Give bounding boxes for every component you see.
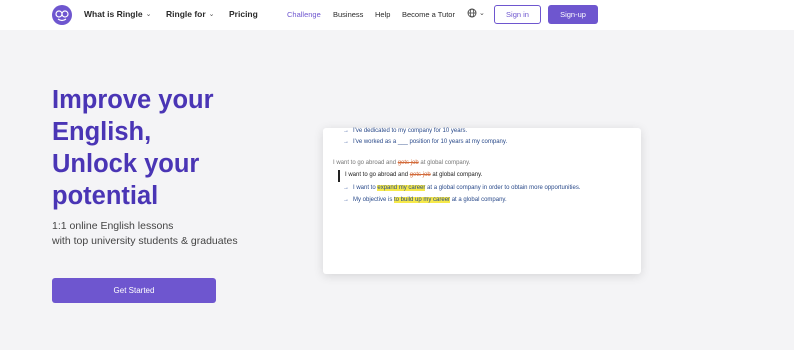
text-cursor: [338, 170, 340, 182]
top-nav: What is Ringle ⌄ Ringle for ⌄ Pricing Ch…: [0, 0, 794, 30]
original-text: at global company.: [418, 160, 471, 166]
suggestion-text: I want to: [353, 185, 378, 191]
arrow-right-icon: →: [343, 197, 349, 203]
correction-demo-card: → I've dedicated to my company for 10 yea…: [323, 128, 641, 274]
hero-title-line: Unlock your: [52, 150, 200, 178]
nav-become-tutor[interactable]: Become a Tutor: [402, 10, 455, 19]
suggestion-line: → My objective is to build up my career a…: [343, 197, 507, 203]
suggestion-text: at a global company in order to obtain m…: [425, 185, 581, 191]
strikethrough-text: gets job: [397, 160, 419, 166]
arrow-right-icon: →: [343, 139, 349, 145]
get-started-button[interactable]: Get Started: [52, 278, 216, 303]
language-selector[interactable]: ⌄: [467, 8, 485, 18]
hero-subtitle-line: with top university students & graduates: [52, 235, 238, 247]
suggestion-text: I've dedicated to my company for 10 year…: [353, 128, 468, 134]
suggestion-text: I've worked as a ___ position for 10 yea…: [353, 139, 508, 145]
suggestion-text: My objective is: [353, 197, 395, 203]
nav-what-is-ringle[interactable]: What is Ringle ⌄: [84, 9, 151, 19]
nav-what-is-ringle-label: What is Ringle: [84, 9, 143, 19]
sign-in-button[interactable]: Sign in: [494, 5, 541, 24]
chevron-down-icon: ⌄: [145, 11, 152, 18]
suggestion-line: → I want to expand my career at a global …: [343, 185, 580, 191]
hero-title-line: potential: [52, 182, 159, 210]
nav-ringle-for[interactable]: Ringle for ⌄: [166, 9, 215, 19]
chevron-down-icon: ⌄: [479, 10, 485, 17]
strikethrough-text: gets job: [409, 172, 431, 178]
nav-challenge[interactable]: Challenge: [287, 10, 321, 19]
chevron-down-icon: ⌄: [208, 11, 215, 18]
nav-ringle-for-label: Ringle for: [166, 9, 206, 19]
original-sentence: I want to go abroad and gets job at glob…: [333, 160, 470, 166]
hero-title-line: English,: [52, 118, 152, 146]
suggestion-line: → I've worked as a ___ position for 10 ye…: [343, 139, 507, 145]
nav-business[interactable]: Business: [333, 10, 363, 19]
suggestion-text: at a global company.: [450, 197, 507, 203]
hero-subtitle: 1:1 online English lessons with top univ…: [52, 219, 312, 249]
nav-pricing[interactable]: Pricing: [229, 9, 258, 19]
editing-sentence: I want to go abroad and gets job at glob…: [345, 172, 482, 178]
hero-title-line: Improve your: [52, 86, 214, 114]
highlighted-text: to build up my career: [394, 197, 451, 203]
suggestion-line: → I've dedicated to my company for 10 yea…: [343, 128, 467, 134]
highlighted-text: expand my career: [377, 185, 426, 191]
hero-subtitle-line: 1:1 online English lessons: [52, 220, 174, 232]
nav-help[interactable]: Help: [375, 10, 390, 19]
arrow-right-icon: →: [343, 185, 349, 191]
original-text: I want to go abroad and: [333, 160, 398, 166]
globe-icon: [467, 8, 477, 18]
arrow-right-icon: →: [343, 128, 349, 134]
sign-up-button[interactable]: Sign-up: [548, 5, 598, 24]
hero-title: Improve your English, Unlock your potent…: [52, 84, 292, 212]
editing-text: I want to go abroad and: [345, 172, 410, 178]
ringle-logo-icon[interactable]: [52, 5, 72, 25]
editing-text: at global company.: [430, 172, 483, 178]
